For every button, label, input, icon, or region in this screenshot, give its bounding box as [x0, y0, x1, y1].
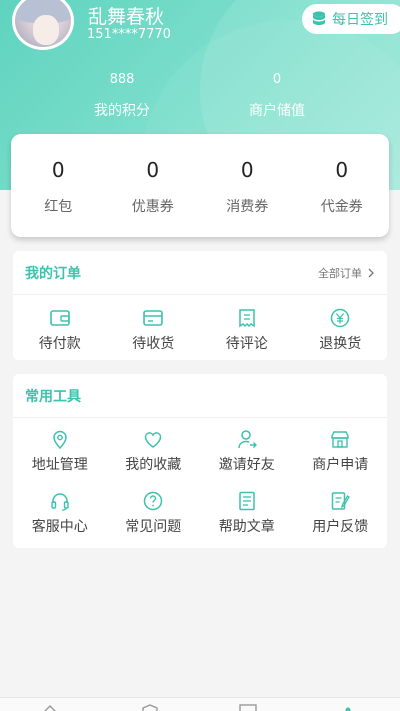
- tools-title: 常用工具: [25, 388, 81, 405]
- wallet-label: 消费券: [226, 199, 269, 215]
- order-status-label: 待付款: [38, 336, 81, 352]
- stat-label: 我的积分: [94, 103, 150, 119]
- stat-points[interactable]: 888 我的积分: [62, 72, 182, 120]
- order-pending-receipt[interactable]: 待收货: [107, 307, 201, 353]
- orders-title: 我的订单: [25, 265, 81, 282]
- tool-user-feedback[interactable]: 用户反馈: [294, 490, 388, 552]
- orders-header: 我的订单 全部订单: [13, 251, 387, 295]
- tool-invite-friends[interactable]: 邀请好友: [200, 428, 294, 490]
- tool-address-management[interactable]: 地址管理: [13, 428, 107, 490]
- profile-tab-icon[interactable]: [338, 704, 358, 711]
- order-pending-payment[interactable]: 待付款: [13, 307, 107, 353]
- stat-merchant-balance[interactable]: 0 商户储值: [217, 72, 337, 120]
- shop-icon: [331, 431, 349, 448]
- question-icon: [144, 491, 163, 511]
- wallet-value: 0: [240, 158, 254, 182]
- wallet-icon: [49, 310, 70, 326]
- avatar[interactable]: [12, 0, 74, 50]
- home-tab-icon[interactable]: [40, 704, 60, 711]
- tool-faq[interactable]: 常见问题: [107, 490, 201, 552]
- tool-merchant-application[interactable]: 商户申请: [294, 428, 388, 490]
- database-icon: [313, 11, 325, 25]
- wallet-item-cash-voucher[interactable]: 0 代金券: [295, 134, 390, 237]
- order-status-label: 退换货: [319, 336, 362, 352]
- wallet-label: 红包: [44, 199, 73, 215]
- user-invite-icon: [238, 430, 257, 449]
- tool-label: 地址管理: [31, 457, 88, 473]
- order-pending-review[interactable]: 待评论: [200, 307, 294, 353]
- order-return-exchange[interactable]: 退换货: [294, 307, 388, 353]
- signin-label: 每日签到: [332, 12, 388, 28]
- all-orders-link[interactable]: 全部订单: [318, 265, 375, 281]
- tool-customer-service[interactable]: 客服中心: [13, 490, 107, 552]
- wallet-value: 0: [51, 158, 65, 182]
- avatar-face: [33, 15, 59, 45]
- tool-label: 帮助文章: [218, 519, 275, 535]
- chevron-right-icon: [368, 268, 374, 277]
- all-orders-label: 全部订单: [318, 266, 362, 280]
- yen-icon: [331, 308, 350, 328]
- receipt-icon: [239, 309, 255, 328]
- tool-label: 邀请好友: [218, 457, 275, 473]
- wallet-item-coupon[interactable]: 0 优惠券: [106, 134, 201, 237]
- tool-label: 用户反馈: [312, 519, 369, 535]
- wallet-value: 0: [335, 158, 349, 182]
- tool-help-articles[interactable]: 帮助文章: [200, 490, 294, 552]
- stat-label: 商户储值: [249, 103, 305, 119]
- order-status-grid: 待付款 待收货 待评论 退换货: [13, 295, 387, 353]
- cart-tab-icon[interactable]: [238, 704, 258, 711]
- card-icon: [143, 310, 164, 326]
- stat-value: 888: [109, 72, 135, 87]
- tool-label: 我的收藏: [125, 457, 182, 473]
- heart-icon: [144, 432, 162, 448]
- tools-header: 常用工具: [13, 374, 387, 418]
- tools-grid: 地址管理 我的收藏 邀请好友 商户申请 客服中心 常见问题 帮助文章 用户反馈: [13, 418, 387, 552]
- location-icon: [52, 430, 67, 450]
- wallet-label: 优惠券: [131, 199, 174, 215]
- bottom-tab-bar: [0, 697, 400, 711]
- wallet-label: 代金券: [320, 199, 363, 215]
- wallet-card: 0 红包 0 优惠券 0 消费券 0 代金券: [11, 134, 389, 237]
- username: 乱舞春秋: [88, 6, 165, 28]
- tool-label: 客服中心: [31, 519, 88, 535]
- tool-label: 商户申请: [312, 457, 369, 473]
- order-status-label: 待收货: [132, 336, 175, 352]
- headset-icon: [51, 493, 69, 511]
- wallet-value: 0: [146, 158, 160, 182]
- document-icon: [239, 491, 255, 511]
- phone-number: 151****7770: [87, 27, 171, 42]
- stat-value: 0: [272, 72, 282, 87]
- category-tab-icon[interactable]: [140, 704, 160, 711]
- tool-label: 常见问题: [125, 519, 182, 535]
- tool-my-favorites[interactable]: 我的收藏: [107, 428, 201, 490]
- wallet-item-consumption-voucher[interactable]: 0 消费券: [200, 134, 295, 237]
- feedback-icon: [332, 492, 351, 510]
- daily-signin-button[interactable]: 每日签到: [302, 4, 400, 34]
- order-status-label: 待评论: [225, 336, 268, 352]
- orders-card: 我的订单 全部订单 待付款 待收货 待评论 退换货: [13, 251, 387, 360]
- wallet-item-red-packet[interactable]: 0 红包: [11, 134, 106, 237]
- tools-card: 常用工具 地址管理 我的收藏 邀请好友 商户申请 客服中心 常见问题 帮助文章 …: [13, 374, 387, 548]
